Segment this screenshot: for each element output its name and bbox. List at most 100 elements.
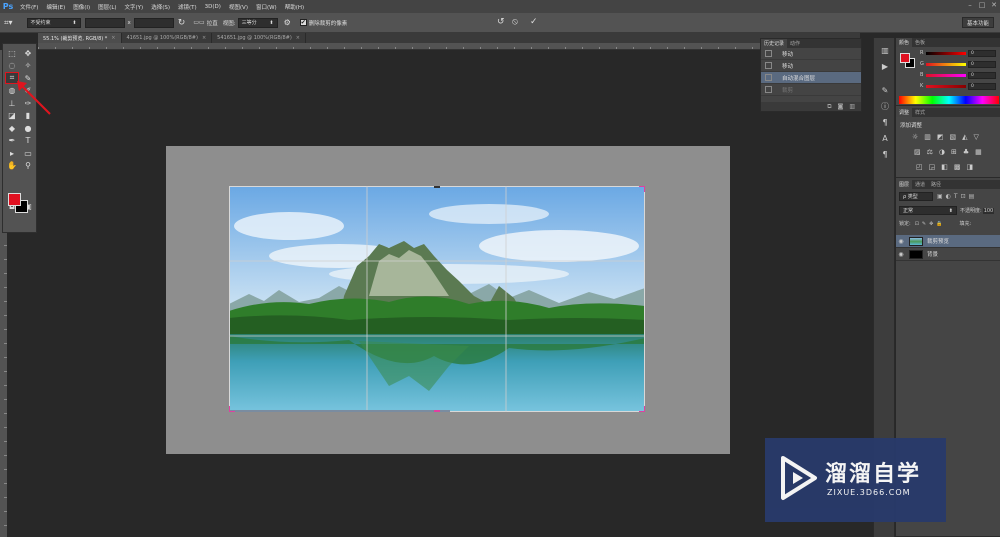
magic-wand-icon[interactable]: ✧: [21, 60, 35, 72]
delete-cropped-checkbox[interactable]: ✔ 删除裁剪的像素: [299, 19, 347, 27]
move-icon[interactable]: ✥: [21, 47, 35, 59]
posterize-icon[interactable]: ◲: [929, 163, 936, 171]
view-select[interactable]: 三等分 ⬍: [237, 17, 278, 28]
paragraph-style-icon[interactable]: ¶: [874, 146, 896, 162]
commit-crop-icon[interactable]: ✓: [530, 17, 538, 27]
hand-icon[interactable]: ✋: [5, 160, 19, 172]
tab-swatches[interactable]: 色板: [912, 38, 928, 47]
foreground-color-swatch[interactable]: [8, 193, 21, 206]
workspace-button[interactable]: 基本功能: [961, 17, 994, 28]
color-fg-swatch[interactable]: [900, 53, 910, 63]
zoom-icon[interactable]: ⚲: [21, 160, 35, 172]
path-select-icon[interactable]: ▸: [5, 147, 19, 159]
dodge-icon[interactable]: ●: [21, 122, 35, 134]
black-white-icon[interactable]: ⚖: [927, 148, 933, 156]
camera-icon[interactable]: ◙: [838, 103, 844, 110]
rotate-icon[interactable]: ↻: [178, 18, 186, 28]
red-value[interactable]: 0: [968, 50, 996, 57]
menu-item-layer[interactable]: 图层(L): [94, 3, 120, 11]
menu-item-filter[interactable]: 滤镜(T): [174, 3, 201, 11]
maximize-button[interactable]: □: [976, 0, 988, 10]
invert-icon[interactable]: ◰: [916, 163, 923, 171]
history-row-disabled[interactable]: 裁剪: [761, 84, 861, 96]
channel-mixer-icon[interactable]: ⊞: [951, 148, 957, 156]
hue-icon[interactable]: ▽: [974, 133, 979, 141]
exposure-icon[interactable]: ▧: [950, 133, 957, 141]
color-balance-icon[interactable]: ▨: [914, 148, 921, 156]
color-spectrum[interactable]: [899, 96, 999, 104]
vibrance-icon[interactable]: ◭: [962, 133, 967, 141]
tab-history[interactable]: 历史记录: [761, 39, 788, 48]
new-document-icon[interactable]: ⧉: [827, 103, 831, 111]
history-row[interactable]: 移动: [761, 60, 861, 72]
crop-tool-preset-icon[interactable]: ⌗▾: [4, 18, 13, 28]
history-row-active[interactable]: 自动混合图层: [761, 72, 861, 84]
straighten-label[interactable]: 拉直: [207, 19, 218, 27]
menu-item-edit[interactable]: 编辑(E): [42, 3, 69, 11]
character-icon[interactable]: A: [874, 130, 896, 146]
tab-crop-preview[interactable]: 55.1% (裁剪预览, RGB/8) * ×: [38, 33, 122, 43]
trash-icon[interactable]: ▥: [849, 103, 855, 110]
levels-icon[interactable]: ▥: [924, 133, 931, 141]
selective-color-icon[interactable]: ◨: [967, 163, 974, 171]
paragraph-icon[interactable]: ¶: [874, 114, 896, 130]
info-icon[interactable]: ⓘ: [874, 98, 896, 114]
close-icon[interactable]: ×: [296, 35, 300, 41]
filter-icons[interactable]: ▣◐T⊡▤: [937, 193, 977, 200]
photo-filter-icon[interactable]: ◑: [939, 148, 945, 156]
cancel-crop-icon[interactable]: ⦸: [512, 17, 518, 27]
menu-item-view[interactable]: 视图(V): [225, 3, 252, 11]
type-icon[interactable]: T: [21, 135, 35, 147]
straighten-icon[interactable]: ▭▭: [193, 19, 204, 26]
blue-slider[interactable]: [926, 74, 966, 77]
green-value[interactable]: 0: [968, 61, 996, 68]
blend-mode-select[interactable]: 正常 ⬍: [899, 206, 957, 215]
tab-color[interactable]: 颜色: [896, 38, 913, 47]
marquee-icon[interactable]: ⬚: [5, 47, 19, 59]
lock-icons[interactable]: ⊡✎✥🔒: [915, 221, 946, 227]
layer-filter-select[interactable]: ρ 类型: [899, 192, 933, 201]
brush-preset-icon[interactable]: ✎: [874, 82, 896, 98]
play-icon[interactable]: ▶: [874, 58, 896, 74]
tab-adjustments[interactable]: 调整: [896, 108, 913, 117]
crop-height-input[interactable]: [133, 17, 174, 28]
opacity-input[interactable]: 100: [982, 207, 995, 214]
brightness-icon[interactable]: ☼: [912, 133, 918, 141]
gear-icon[interactable]: ⚙: [284, 18, 291, 27]
color-lookup-icon[interactable]: ♣: [963, 148, 969, 156]
landscape-photo[interactable]: [229, 186, 645, 412]
menu-item-type[interactable]: 文字(Y): [121, 3, 148, 11]
grid-icon[interactable]: ▦: [975, 148, 982, 156]
threshold-icon[interactable]: ◧: [941, 163, 948, 171]
close-icon[interactable]: ×: [111, 35, 115, 41]
black-value[interactable]: 0: [968, 83, 996, 90]
menu-item-image[interactable]: 图像(I): [69, 3, 94, 11]
shape-icon[interactable]: ▭: [21, 147, 35, 159]
menu-item-window[interactable]: 窗口(W): [252, 3, 281, 11]
layer-row-crop-preview[interactable]: ◉ 裁剪预览: [896, 235, 1000, 248]
blue-value[interactable]: 0: [968, 72, 996, 79]
reset-icon[interactable]: ↺: [497, 17, 505, 27]
black-slider[interactable]: [926, 85, 966, 88]
tab-layers[interactable]: 图层: [896, 180, 913, 189]
histogram-icon[interactable]: ▥: [874, 42, 896, 58]
pen-icon[interactable]: ✒: [5, 135, 19, 147]
history-row[interactable]: 移动: [761, 48, 861, 60]
tab-styles[interactable]: 样式: [912, 108, 928, 117]
ratio-select[interactable]: 不受约束 ⬍: [26, 17, 81, 28]
swap-x-label[interactable]: x: [128, 20, 131, 26]
minimize-button[interactable]: –: [964, 0, 976, 10]
gradient-map-icon[interactable]: ▩: [954, 163, 961, 171]
tab-channels[interactable]: 通道: [912, 180, 928, 189]
tab-541651[interactable]: 541651.jpg @ 100%(RGB/8#) ×: [212, 33, 306, 43]
tab-actions[interactable]: 动作: [787, 39, 803, 48]
layer-row-background[interactable]: ◉ 背景: [896, 248, 1000, 261]
tab-41651[interactable]: 41651.jpg @ 100%(RGB/8#) ×: [122, 33, 213, 43]
tab-paths[interactable]: 路径: [928, 180, 944, 189]
curves-icon[interactable]: ◩: [937, 133, 944, 141]
menu-item-file[interactable]: 文件(F): [16, 3, 42, 11]
eye-icon[interactable]: ◉: [896, 238, 906, 245]
eye-icon[interactable]: ◉: [896, 251, 906, 258]
menu-item-3d[interactable]: 3D(D): [201, 4, 225, 10]
menu-item-help[interactable]: 帮助(H): [281, 3, 308, 11]
